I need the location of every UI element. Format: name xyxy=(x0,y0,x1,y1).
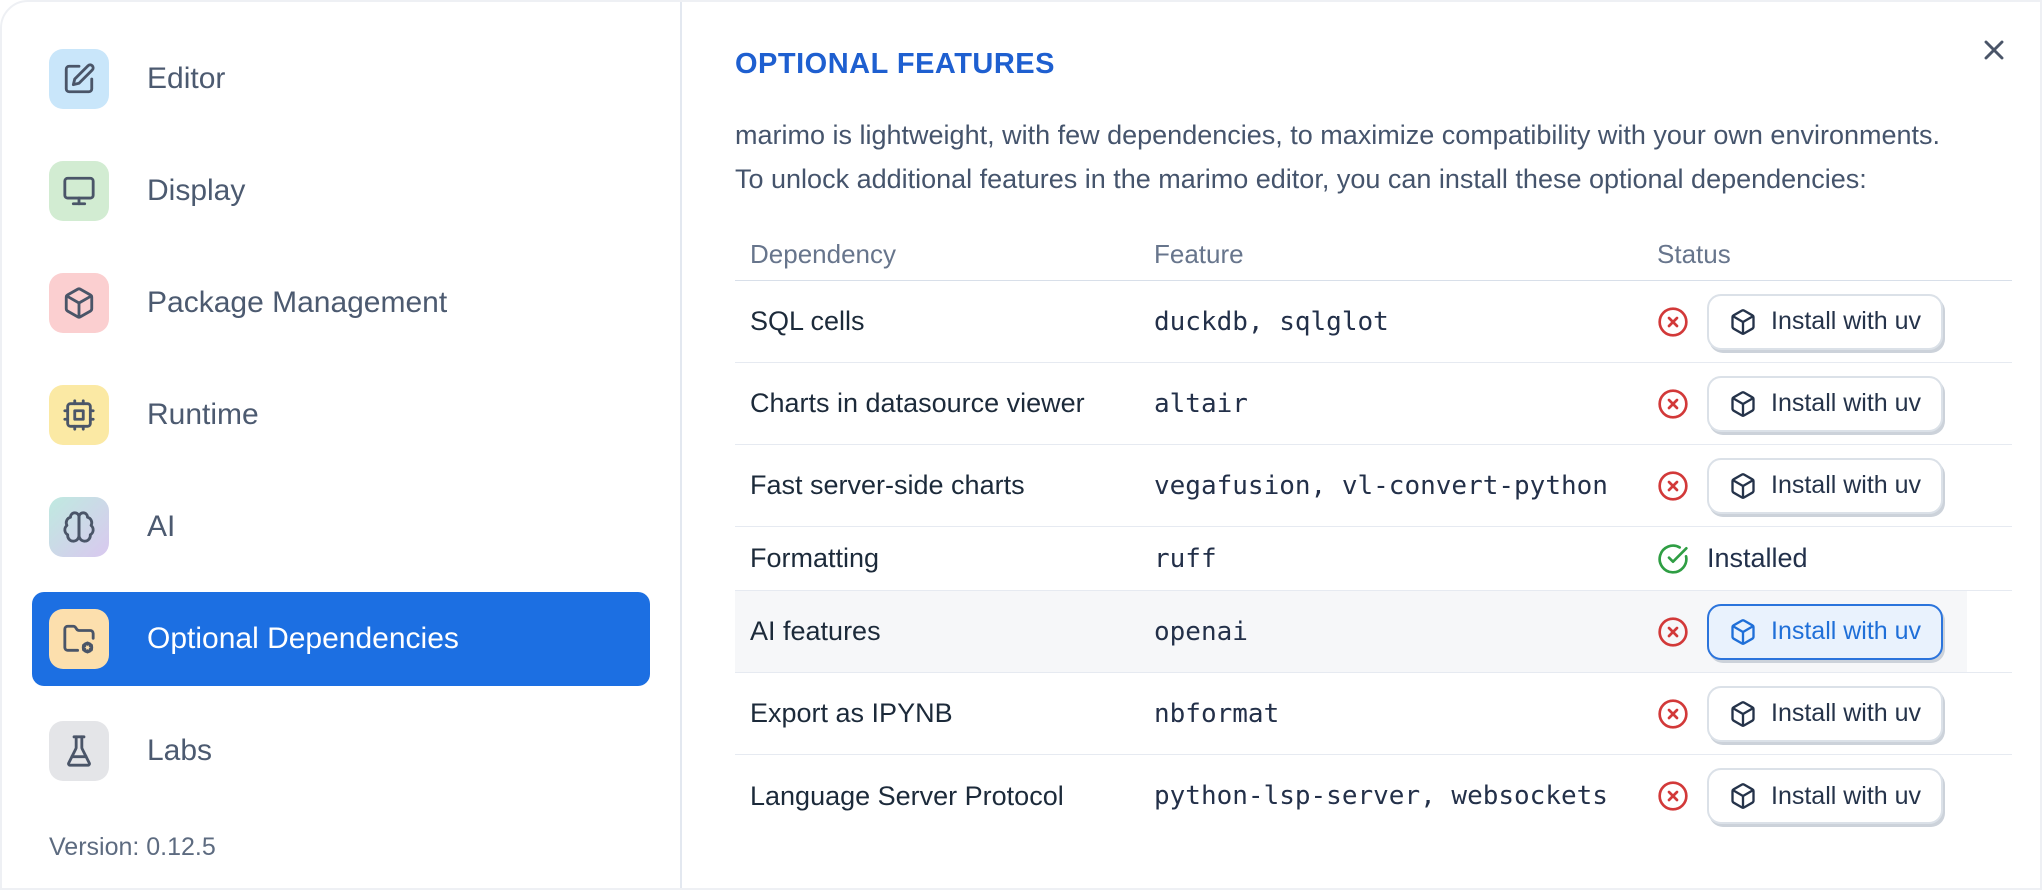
install-with-uv-button[interactable]: Install with uv xyxy=(1707,685,1944,742)
optional-features-panel: OPTIONAL FEATURES marimo is lightweight,… xyxy=(682,2,2040,888)
package-icon xyxy=(1729,618,1757,646)
sidebar-item-label: Labs xyxy=(147,734,213,767)
sidebar-item-package-management[interactable]: Package Management xyxy=(32,256,650,350)
column-header-feature: Feature xyxy=(1154,239,1244,269)
install-button-label: Install with uv xyxy=(1771,389,1922,417)
dependencies-table: Dependency Feature Status SQL cells duck… xyxy=(735,229,2012,837)
circle-x-icon xyxy=(1657,616,1689,648)
circle-x-icon xyxy=(1657,306,1689,338)
circle-check-icon xyxy=(1657,543,1689,575)
package-icon xyxy=(1729,700,1757,728)
sidebar-item-editor[interactable]: Editor xyxy=(32,32,650,126)
feature-cell: vegafusion, vl-convert-python xyxy=(1154,470,1608,501)
sidebar-item-runtime[interactable]: Runtime xyxy=(32,368,650,462)
feature-cell: ruff xyxy=(1154,543,1217,574)
monitor-icon xyxy=(49,161,109,221)
description-line-2: To unlock additional features in the mar… xyxy=(735,164,1867,194)
install-button-label: Install with uv xyxy=(1771,617,1922,645)
settings-dialog: Editor Display Package Management Runtim… xyxy=(0,0,2042,890)
table-row: Charts in datasource viewer altair Insta… xyxy=(735,363,2012,445)
package-icon xyxy=(49,273,109,333)
settings-sidebar: Editor Display Package Management Runtim… xyxy=(2,2,682,888)
table-row: Formatting ruff Installed xyxy=(735,527,2012,591)
sidebar-item-label: AI xyxy=(147,510,176,543)
cpu-icon xyxy=(49,385,109,445)
sidebar-item-label: Package Management xyxy=(147,286,448,319)
table-row: Fast server-side charts vegafusion, vl-c… xyxy=(735,445,2012,527)
brain-icon xyxy=(49,497,109,557)
package-icon xyxy=(1729,782,1757,810)
dependency-cell: Formatting xyxy=(750,543,880,573)
install-button-label: Install with uv xyxy=(1771,699,1922,727)
feature-cell: altair xyxy=(1154,388,1248,419)
circle-x-icon xyxy=(1657,780,1689,812)
column-header-status: Status xyxy=(1657,239,1731,269)
install-button-label: Install with uv xyxy=(1771,781,1922,810)
table-header-row: Dependency Feature Status xyxy=(735,229,2012,281)
version-label: Version: 0.12.5 xyxy=(49,833,216,861)
page-title: OPTIONAL FEATURES xyxy=(735,48,1055,80)
sidebar-item-labs[interactable]: Labs xyxy=(32,704,650,798)
install-with-uv-button[interactable]: Install with uv xyxy=(1707,375,1944,432)
table-row: Export as IPYNB nbformat Install with uv xyxy=(735,673,2012,755)
feature-cell: nbformat xyxy=(1154,698,1280,729)
table-row: SQL cells duckdb, sqlglot Install with u… xyxy=(735,281,2012,363)
flask-icon xyxy=(49,721,109,781)
table-row: AI features openai Install with uv xyxy=(735,591,2012,673)
package-icon xyxy=(1729,308,1757,336)
circle-x-icon xyxy=(1657,698,1689,730)
close-button[interactable] xyxy=(1974,30,2014,70)
table-row: Language Server Protocol python-lsp-serv… xyxy=(735,755,2012,837)
install-with-uv-button[interactable]: Install with uv xyxy=(1707,457,1944,514)
folder-cog-icon xyxy=(49,609,109,669)
sidebar-item-label: Display xyxy=(147,174,246,207)
description-line-1: marimo is lightweight, with few dependen… xyxy=(735,120,1941,150)
dependency-cell: AI features xyxy=(750,616,881,646)
sidebar-item-optional-dependencies[interactable]: Optional Dependencies xyxy=(32,592,650,686)
circle-x-icon xyxy=(1657,470,1689,502)
installed-status-label: Installed xyxy=(1707,543,1808,573)
sidebar-item-display[interactable]: Display xyxy=(32,144,650,238)
dependency-cell: Fast server-side charts xyxy=(750,470,1025,500)
feature-cell: openai xyxy=(1154,616,1248,647)
dependency-cell: Export as IPYNB xyxy=(750,698,953,728)
circle-x-icon xyxy=(1657,388,1689,420)
sidebar-item-label: Runtime xyxy=(147,398,259,431)
column-header-dependency: Dependency xyxy=(750,239,896,269)
sidebar-item-label: Optional Dependencies xyxy=(147,622,459,655)
install-with-uv-button[interactable]: Install with uv xyxy=(1707,293,1944,350)
install-button-label: Install with uv xyxy=(1771,471,1922,499)
sidebar-item-ai[interactable]: AI xyxy=(32,480,650,574)
sidebar-item-label: Editor xyxy=(147,62,226,95)
dependency-cell: Language Server Protocol xyxy=(750,780,1064,811)
package-icon xyxy=(1729,390,1757,418)
feature-cell: duckdb, sqlglot xyxy=(1154,306,1389,337)
install-with-uv-button[interactable]: Install with uv xyxy=(1707,603,1944,660)
panel-description: marimo is lightweight, with few dependen… xyxy=(735,113,2012,201)
package-icon xyxy=(1729,472,1757,500)
x-icon xyxy=(1978,34,2010,66)
feature-cell: python-lsp-server, websockets xyxy=(1154,781,1608,811)
dependency-cell: SQL cells xyxy=(750,306,865,336)
square-pen-icon xyxy=(49,49,109,109)
dependency-cell: Charts in datasource viewer xyxy=(750,388,1085,418)
install-with-uv-button[interactable]: Install with uv xyxy=(1707,768,1944,824)
install-button-label: Install with uv xyxy=(1771,307,1922,335)
